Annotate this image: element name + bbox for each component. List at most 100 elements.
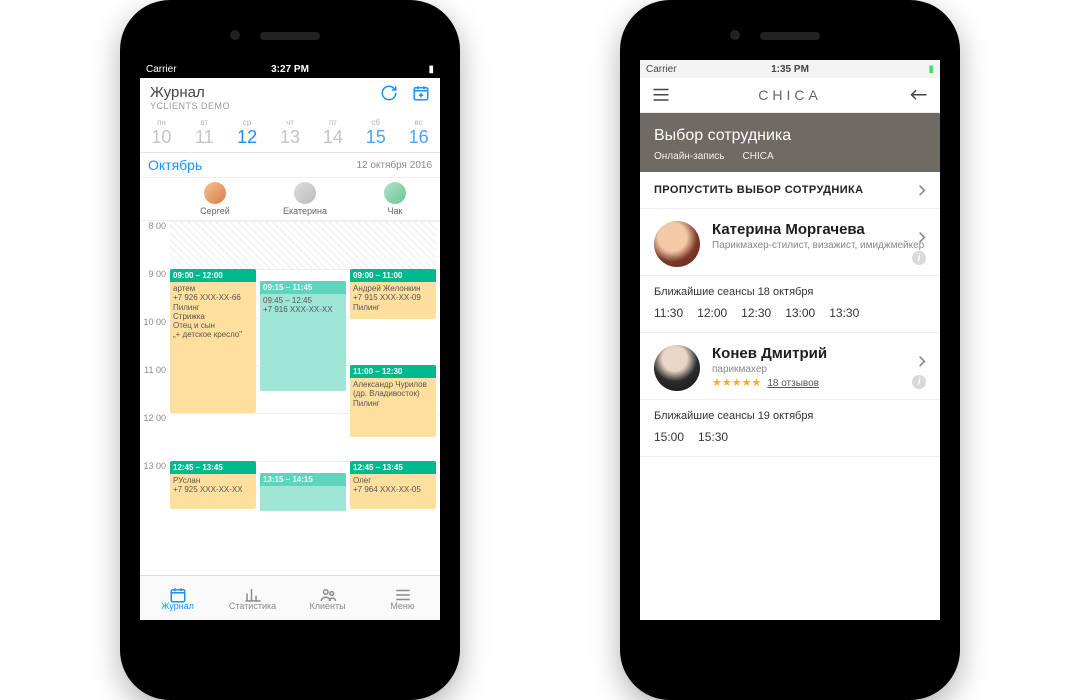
day-number: 11 [183, 127, 226, 148]
staff-name: Чак [350, 206, 440, 216]
hour-label: 13 00 [140, 461, 170, 509]
weekday-label: чт [269, 118, 312, 127]
stats-icon [244, 586, 262, 600]
info-icon[interactable]: i [912, 251, 926, 265]
day-cell[interactable]: ср 12 [226, 115, 269, 152]
appointment-block[interactable]: 09:00 – 11:00 Андрей Желонкин+7 915 XXX-… [350, 269, 436, 319]
clock: 3:27 PM [271, 64, 309, 75]
selected-date: 12 октября 2016 [356, 160, 432, 171]
tab-label: Меню [390, 601, 414, 611]
weekday-label: пт [311, 118, 354, 127]
appt-time: 09:00 – 11:00 [350, 269, 436, 282]
tab-bar: Журнал Статистика Клиенты Меню [140, 575, 440, 620]
slots-header: Ближайшие сеансы 18 октября [640, 276, 940, 302]
menu-icon [394, 586, 412, 600]
time-slot[interactable]: 15:30 [698, 430, 728, 444]
time-slot[interactable]: 13:30 [829, 306, 859, 320]
staff-role: парикмахер [712, 364, 926, 375]
appt-time: 12:45 – 13:45 [170, 461, 256, 474]
rating-stars: ★★★★★ [712, 377, 761, 389]
tab-клиенты[interactable]: Клиенты [290, 576, 365, 620]
calendar-icon [169, 586, 187, 600]
reviews-link[interactable]: 18 отзывов [767, 378, 819, 389]
tab-label: Статистика [229, 601, 276, 611]
staff-card[interactable]: Катерина Моргачева Парикмахер-стилист, в… [640, 209, 940, 276]
menu-icon[interactable] [652, 88, 670, 102]
skip-label: ПРОПУСТИТЬ ВЫБОР СОТРУДНИКА [654, 184, 864, 196]
hero-title: Выбор сотрудника [654, 127, 926, 145]
time-slot[interactable]: 12:00 [697, 306, 727, 320]
crumb-2[interactable]: CHICA [743, 151, 774, 162]
appt-time: 13:15 – 14:15 [260, 473, 346, 486]
staff-cell[interactable]: Чак [350, 182, 440, 216]
day-number: 10 [140, 127, 183, 148]
day-cell[interactable]: вт 11 [183, 115, 226, 152]
tab-label: Клиенты [309, 601, 345, 611]
staff-name: Екатерина [260, 206, 350, 216]
appointment-block[interactable]: 09:00 – 12:00 артем+7 926 XXX-XX-66Пилин… [170, 269, 256, 413]
tab-журнал[interactable]: Журнал [140, 576, 215, 620]
appt-details: артем+7 926 XXX-XX-66ПилингСтрижкаОтец и… [170, 282, 256, 341]
users-icon [319, 586, 337, 600]
time-slot[interactable]: 11:30 [654, 306, 683, 320]
appointment-block[interactable]: 11:00 – 12:30 Александр Чурилов (др. Вла… [350, 365, 436, 437]
hour-label: 8 00 [140, 221, 170, 269]
status-bar: Carrier 3:27 PM ▮ [140, 60, 440, 78]
day-cell[interactable]: вс 16 [397, 115, 440, 152]
info-icon[interactable]: i [912, 375, 926, 389]
battery-icon: ▮ [428, 64, 434, 75]
back-icon[interactable] [910, 88, 928, 102]
month-row[interactable]: Октябрь 12 октября 2016 [140, 153, 440, 178]
chevron-right-icon [918, 184, 926, 196]
day-strip[interactable]: пн 10вт 11ср 12чт 13пт 14сб 15вс 16 [140, 115, 440, 153]
skip-staff-button[interactable]: ПРОПУСТИТЬ ВЫБОР СОТРУДНИКА [640, 172, 940, 209]
calendar-add-icon[interactable] [412, 84, 430, 102]
staff-card[interactable]: Конев Дмитрий парикмахер ★★★★★ 18 отзывов… [640, 333, 940, 400]
appt-details: РУслан+7 925 XXX-XX-XX [170, 474, 256, 496]
appt-details [260, 486, 346, 490]
hour-label: 11 00 [140, 365, 170, 413]
day-cell[interactable]: сб 15 [354, 115, 397, 152]
day-number: 13 [269, 127, 312, 148]
chevron-right-icon [918, 355, 926, 367]
hour-label: 9 00 [140, 269, 170, 317]
staff-cell[interactable]: Екатерина [260, 182, 350, 216]
tab-статистика[interactable]: Статистика [215, 576, 290, 620]
refresh-icon[interactable] [380, 84, 398, 102]
avatar [654, 345, 700, 391]
page-subtitle: YCLIENTS DEMO [150, 101, 230, 111]
staff-name: Катерина Моргачева [712, 221, 926, 238]
staff-row: Сергей Екатерина Чак [140, 178, 440, 221]
tab-label: Журнал [161, 601, 194, 611]
page-title: Журнал [150, 84, 230, 101]
appointment-block[interactable]: 09:15 – 11:45 09:45 – 12:45+7 916 XXX-XX… [260, 281, 346, 391]
day-cell[interactable]: чт 13 [269, 115, 312, 152]
hour-label: 10 00 [140, 317, 170, 365]
time-slot[interactable]: 13:00 [785, 306, 815, 320]
time-slot[interactable]: 12:30 [741, 306, 771, 320]
appt-time: 09:15 – 11:45 [260, 281, 346, 294]
staff-cell[interactable]: Сергей [170, 182, 260, 216]
appt-time: 11:00 – 12:30 [350, 365, 436, 378]
brand-logo: CHICA [758, 87, 822, 103]
weekday-label: вт [183, 118, 226, 127]
day-number: 15 [354, 127, 397, 148]
time-slot[interactable]: 15:00 [654, 430, 684, 444]
slots-header: Ближайшие сеансы 19 октября [640, 400, 940, 426]
month-picker[interactable]: Октябрь [148, 157, 202, 173]
appointment-block[interactable]: 12:45 – 13:45 РУслан+7 925 XXX-XX-XX [170, 461, 256, 509]
crumb-1[interactable]: Онлайн-запись [654, 151, 725, 162]
staff-role: Парикмахер-стилист, визажист, имиджмейке… [712, 240, 926, 251]
screen-right: Carrier 1:35 PM ▮ CHICA Выбор сотрудника… [640, 60, 940, 620]
weekday-label: ср [226, 118, 269, 127]
tab-меню[interactable]: Меню [365, 576, 440, 620]
day-cell[interactable]: пн 10 [140, 115, 183, 152]
appointment-block[interactable]: 13:15 – 14:15 [260, 473, 346, 511]
staff-name: Конев Дмитрий [712, 345, 926, 362]
battery-icon: ▮ [928, 64, 934, 75]
appointment-block[interactable]: 12:45 – 13:45 Олег+7 964 XXX-XX-05 [350, 461, 436, 509]
staff-name: Сергей [170, 206, 260, 216]
calendar-body[interactable]: 8 009 0010 0011 0012 0013 00 09:00 – 12:… [140, 221, 440, 511]
day-cell[interactable]: пт 14 [311, 115, 354, 152]
appt-details: Андрей Желонкин+7 915 XXX-XX-09Пилинг [350, 282, 436, 314]
